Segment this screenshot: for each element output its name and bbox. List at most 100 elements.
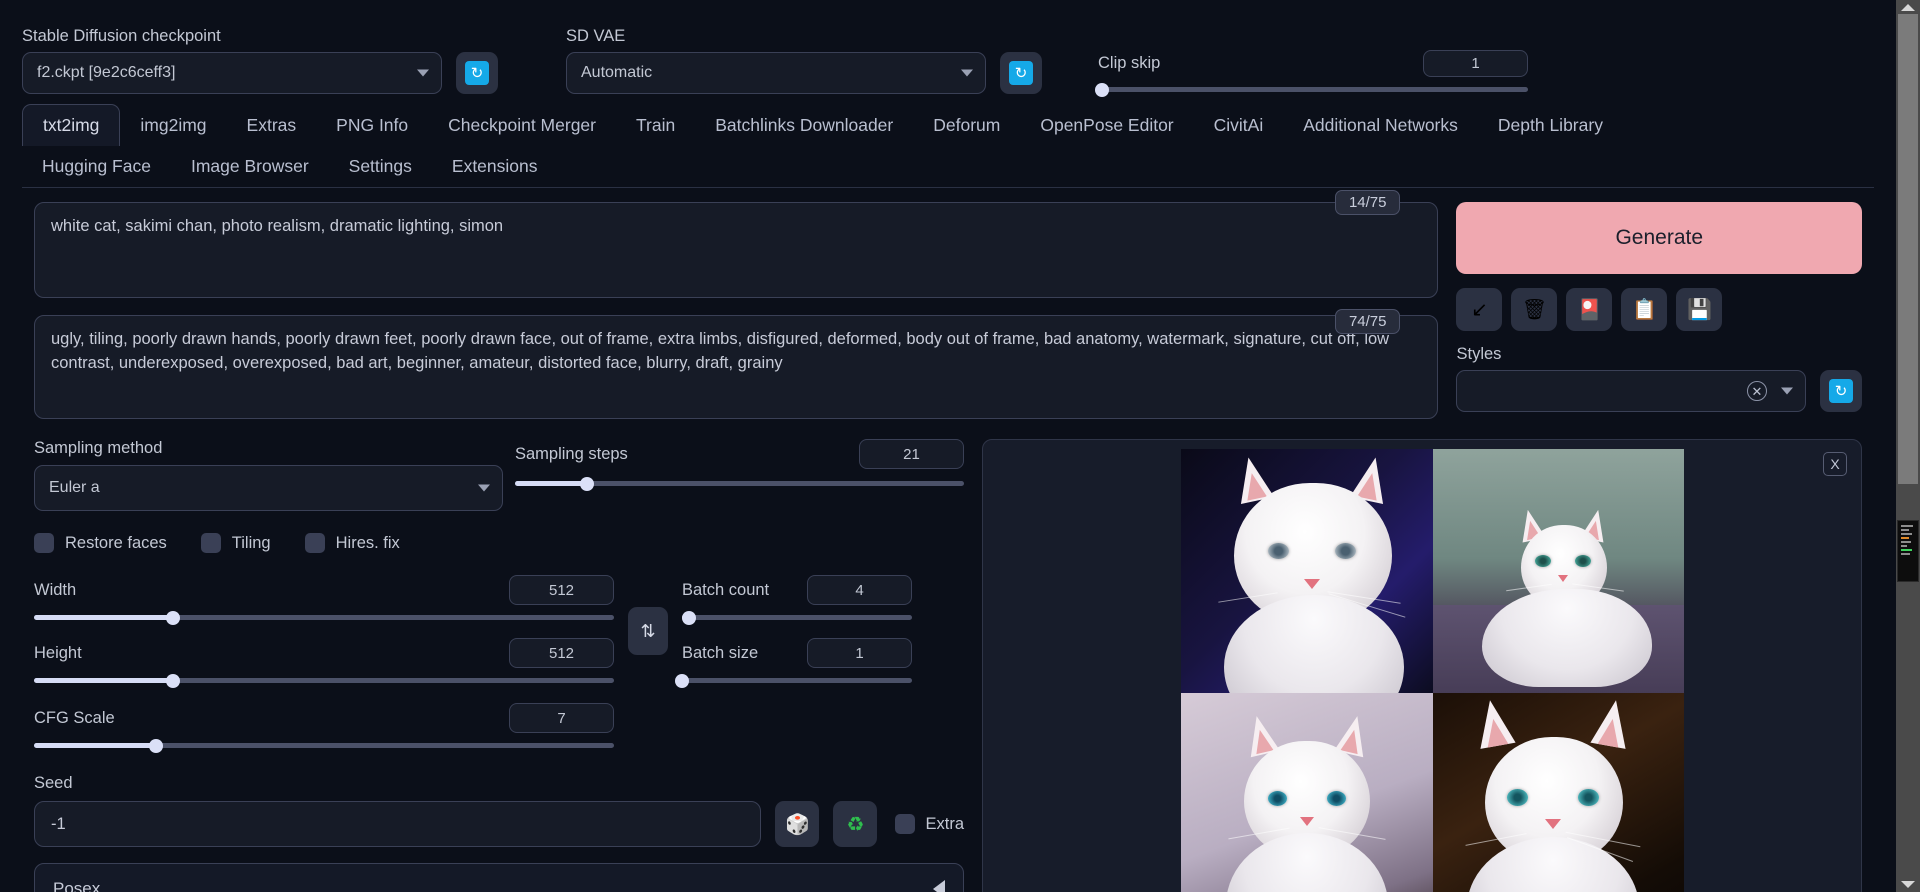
- top-model-bar: Stable Diffusion checkpoint f2.ckpt [9e2…: [0, 0, 1896, 104]
- slider-knob[interactable]: [675, 673, 689, 688]
- vae-select[interactable]: Automatic: [566, 52, 986, 94]
- slider-knob[interactable]: [166, 673, 181, 688]
- generated-image-2[interactable]: [1432, 449, 1684, 693]
- tab-batchlinks-downloader[interactable]: Batchlinks Downloader: [695, 105, 913, 146]
- generated-image-4[interactable]: [1432, 693, 1684, 892]
- batch-size-label: Batch size: [682, 643, 759, 662]
- generated-image-1[interactable]: [1181, 449, 1433, 693]
- width-slider[interactable]: [34, 610, 614, 625]
- extra-networks-icon[interactable]: 🎴: [1566, 288, 1613, 331]
- height-value-input[interactable]: 512: [509, 638, 614, 668]
- tab-extensions[interactable]: Extensions: [432, 146, 558, 187]
- clipboard-icon[interactable]: 📋: [1621, 288, 1668, 331]
- tab-img2img[interactable]: img2img: [120, 105, 226, 146]
- batch-count-value-input[interactable]: 4: [807, 575, 912, 605]
- interrupt-arrow-icon[interactable]: ↙: [1456, 288, 1503, 331]
- generate-button[interactable]: Generate: [1456, 202, 1862, 274]
- clip-skip-value-input[interactable]: 1: [1423, 50, 1528, 77]
- sampling-method-select[interactable]: Euler a: [34, 465, 503, 511]
- tab-checkpoint-merger[interactable]: Checkpoint Merger: [428, 105, 616, 146]
- checkbox-icon[interactable]: [34, 533, 54, 553]
- tab-extras[interactable]: Extras: [227, 105, 317, 146]
- slider-knob[interactable]: [579, 476, 594, 491]
- scrollbar-thumb[interactable]: [1898, 14, 1918, 484]
- eye-left: [1535, 555, 1552, 567]
- refresh-icon: ↻: [1009, 61, 1033, 85]
- restore-faces-label: Restore faces: [65, 533, 167, 552]
- scroll-down-icon[interactable]: [1901, 881, 1915, 888]
- scroll-up-icon[interactable]: [1901, 4, 1915, 11]
- slider-knob[interactable]: [148, 738, 163, 753]
- tab-additional-networks[interactable]: Additional Networks: [1283, 105, 1478, 146]
- cfg-scale-slider[interactable]: [34, 738, 614, 753]
- refresh-styles-button[interactable]: ↻: [1820, 370, 1862, 412]
- prompt-column: 14/75 white cat, sakimi chan, photo real…: [34, 190, 1439, 419]
- recycle-icon[interactable]: ♻: [833, 801, 878, 847]
- sampling-steps-group: Sampling steps 21: [514, 439, 964, 511]
- prompt-tool-row: ↙ 🗑 🎴 📋 💾: [1456, 288, 1862, 331]
- height-slider[interactable]: [34, 673, 614, 688]
- cat-figure: [1465, 697, 1641, 892]
- sampling-steps-value-input[interactable]: 21: [859, 439, 964, 469]
- tab-image-browser[interactable]: Image Browser: [171, 146, 329, 187]
- clip-skip-label: Clip skip: [1098, 54, 1161, 73]
- tab-png-info[interactable]: PNG Info: [316, 105, 428, 146]
- chevron-left-icon[interactable]: [933, 880, 945, 892]
- batch-size-value-input[interactable]: 1: [807, 638, 912, 668]
- refresh-vae-button[interactable]: ↻: [1000, 52, 1042, 94]
- checkpoint-label: Stable Diffusion checkpoint: [22, 26, 221, 45]
- checkbox-icon[interactable]: [200, 533, 221, 553]
- slider-knob[interactable]: [166, 610, 181, 625]
- posex-accordion[interactable]: Posex: [34, 863, 964, 892]
- checkbox-icon[interactable]: [895, 814, 916, 834]
- dimensions-row: Width 512 Height 512 CFG Scale 7 ⇅ Batch…: [34, 575, 964, 753]
- tab-civitai[interactable]: CivitAi: [1194, 105, 1284, 146]
- trash-icon[interactable]: 🗑: [1511, 288, 1558, 331]
- styles-select[interactable]: ✕: [1456, 370, 1806, 412]
- page-scrollbar[interactable]: [1896, 0, 1920, 892]
- batch-group: Batch count 4 Batch size 1: [675, 575, 912, 748]
- ear-left: [1472, 697, 1516, 749]
- tab-train[interactable]: Train: [616, 105, 695, 146]
- prompt-input[interactable]: white cat, sakimi chan, photo realism, d…: [34, 202, 1439, 298]
- batch-count-slider[interactable]: [681, 610, 912, 625]
- close-icon[interactable]: X: [1823, 452, 1847, 476]
- cfg-scale-label: CFG Scale: [34, 708, 115, 727]
- dice-icon[interactable]: 🎲: [775, 801, 820, 847]
- tiling-checkbox[interactable]: Tiling: [200, 533, 271, 553]
- eye-right: [1575, 555, 1592, 567]
- width-value-input[interactable]: 512: [509, 575, 614, 605]
- clip-skip-slider[interactable]: [1095, 82, 1528, 97]
- batch-count-label: Batch count: [682, 580, 770, 599]
- close-icon[interactable]: ✕: [1747, 381, 1767, 401]
- checkbox-icon[interactable]: [304, 533, 325, 553]
- generated-image-3[interactable]: [1181, 693, 1433, 892]
- seed-input[interactable]: -1: [34, 801, 762, 847]
- refresh-icon: ↻: [1829, 379, 1853, 403]
- lower-area: Sampling method Euler a Sampling steps 2…: [34, 439, 1862, 892]
- batch-count-header: Batch count 4: [682, 575, 912, 605]
- clip-skip-group: Clip skip 1: [1095, 50, 1528, 97]
- tab-settings[interactable]: Settings: [329, 146, 432, 187]
- sampling-steps-slider[interactable]: [514, 476, 964, 491]
- save-style-icon[interactable]: 💾: [1676, 288, 1723, 331]
- restore-faces-checkbox[interactable]: Restore faces: [34, 533, 167, 553]
- cfg-scale-value-input[interactable]: 7: [509, 703, 614, 733]
- body: [1225, 833, 1388, 892]
- tab-openpose-editor[interactable]: OpenPose Editor: [1020, 105, 1193, 146]
- hires-fix-checkbox[interactable]: Hires. fix: [304, 533, 400, 553]
- checkpoint-select[interactable]: f2.ckpt [9e2c6ceff3]: [22, 52, 442, 94]
- swap-dimensions-button[interactable]: ⇅: [628, 607, 668, 655]
- extra-seed-checkbox[interactable]: Extra: [895, 814, 964, 834]
- slider-knob[interactable]: [1095, 82, 1110, 97]
- refresh-checkpoint-button[interactable]: ↻: [456, 52, 498, 94]
- slider-knob[interactable]: [681, 610, 696, 625]
- negative-prompt-input[interactable]: ugly, tiling, poorly drawn hands, poorly…: [34, 315, 1439, 419]
- batch-size-slider[interactable]: [675, 673, 912, 688]
- cfg-scale-header: CFG Scale 7: [34, 703, 614, 733]
- tab-hugging-face[interactable]: Hugging Face: [22, 146, 171, 187]
- slider-fill: [34, 743, 156, 748]
- tab-depth-library[interactable]: Depth Library: [1478, 105, 1623, 146]
- tab-deforum[interactable]: Deforum: [913, 105, 1020, 146]
- tab-txt2img[interactable]: txt2img: [22, 104, 121, 146]
